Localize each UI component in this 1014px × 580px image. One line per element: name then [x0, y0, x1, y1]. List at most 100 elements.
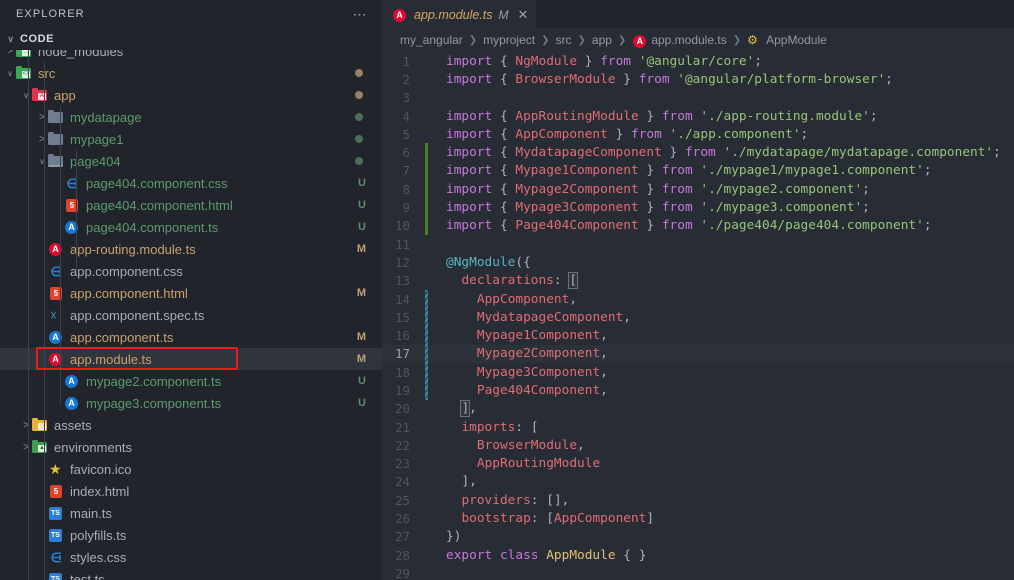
- git-gutter-modified-marker: [425, 289, 428, 309]
- code-line[interactable]: 7 import { Mypage1Component } from './myp…: [382, 161, 1014, 181]
- code-text: ],: [461, 474, 477, 490]
- code-line[interactable]: 6 import { MydatapageComponent } from './…: [382, 143, 1014, 162]
- tree-folder-mydatapage[interactable]: mydatapage: [0, 106, 382, 128]
- tree-file-index-html[interactable]: 5 index.html: [0, 480, 382, 502]
- code-line[interactable]: 26 bootstrap: [AppComponent]: [382, 509, 1014, 527]
- line-number: 12: [395, 254, 410, 270]
- code-line[interactable]: 24 ],: [382, 473, 1014, 491]
- code-line[interactable]: 12 @NgModule({: [382, 253, 1014, 271]
- code-line[interactable]: 19 Page404Component,: [382, 381, 1014, 400]
- git-gutter-added-marker: [425, 180, 428, 199]
- angular-red-icon: [48, 351, 64, 367]
- tree-item-label: favicon.ico: [70, 461, 132, 477]
- tree-file-favicon-ico[interactable]: ★ favicon.ico: [0, 458, 382, 480]
- code-line[interactable]: 8 import { Mypage2Component } from './myp…: [382, 180, 1014, 199]
- code-line[interactable]: 4 import { AppRoutingModule } from './app…: [382, 107, 1014, 125]
- close-icon[interactable]: ✕: [518, 8, 529, 21]
- tree-folder-src[interactable]: <> src: [0, 62, 382, 84]
- line-number: 29: [395, 565, 410, 580]
- chevron-down-icon[interactable]: [4, 69, 16, 78]
- code-line[interactable]: 25 providers: [],: [382, 491, 1014, 509]
- code-line[interactable]: 20 ],: [382, 400, 1014, 418]
- chevron-down-icon[interactable]: [20, 91, 32, 100]
- breadcrumb-item-appmodule[interactable]: ⚙ AppModule: [747, 33, 827, 47]
- code-line[interactable]: 29: [382, 564, 1014, 580]
- tree-file-app-routing-module-ts[interactable]: app-routing.module.ts M: [0, 238, 382, 260]
- tree-file-page404-component-ts[interactable]: page404.component.ts U: [0, 216, 382, 238]
- line-number: 21: [395, 419, 410, 435]
- code-text: }): [446, 529, 462, 545]
- chevron-right-icon[interactable]: [36, 134, 48, 145]
- tree-file-mypage2-component-ts[interactable]: mypage2.component.ts U: [0, 370, 382, 392]
- tree-file-page404-component-html[interactable]: 5 page404.component.html U: [0, 194, 382, 216]
- line-number: 7: [402, 163, 410, 179]
- code-line[interactable]: 13 declarations: [: [382, 272, 1014, 290]
- ellipsis-icon[interactable]: ⋯: [353, 7, 369, 21]
- tree-file-app-module-ts[interactable]: app.module.ts M: [0, 348, 382, 370]
- tree-file-app-component-html[interactable]: 5 app.component.html M: [0, 282, 382, 304]
- code-text: import { Mypage2Component } from './mypa…: [446, 181, 870, 197]
- tree-file-mypage3-component-ts[interactable]: mypage3.component.ts U: [0, 392, 382, 414]
- tree-item-label: app.component.spec.ts: [70, 307, 205, 323]
- code-line[interactable]: 16 Mypage1Component,: [382, 326, 1014, 345]
- code-line[interactable]: 14 AppComponent,: [382, 289, 1014, 309]
- tree-file-page404-component-css[interactable]: ⋳ page404.component.css U: [0, 172, 382, 194]
- tree-file-app-component-css[interactable]: ⋳ app.component.css: [0, 260, 382, 282]
- line-number: 15: [395, 309, 410, 325]
- git-gutter-modified-marker: [425, 344, 428, 364]
- code-line[interactable]: 22 BrowserModule,: [382, 436, 1014, 454]
- git-status-badge: M: [356, 287, 366, 299]
- tree-folder-app[interactable]: Aapp: [0, 84, 382, 106]
- code-line[interactable]: 1 import { NgModule } from '@angular/core…: [382, 52, 1014, 70]
- line-number: 11: [395, 236, 410, 252]
- chevron-right-icon[interactable]: [20, 442, 32, 453]
- breadcrumb-item-app[interactable]: app: [592, 33, 612, 47]
- code-line[interactable]: 11: [382, 235, 1014, 253]
- tree-folder-assets[interactable]: ◇ assets: [0, 414, 382, 436]
- breadcrumb-item-myproject[interactable]: myproject: [483, 33, 535, 47]
- code-line[interactable]: 3: [382, 89, 1014, 107]
- chevron-right-icon[interactable]: [20, 420, 32, 431]
- tree-item-label: page404.component.css: [86, 175, 228, 191]
- breadcrumb-item-src[interactable]: src: [556, 33, 572, 47]
- tree-file-test-ts[interactable]: TS test.ts: [0, 568, 382, 580]
- tree-file-app-component-ts[interactable]: app.component.ts M: [0, 326, 382, 348]
- css-file-icon: ⋳: [50, 264, 62, 279]
- workspace-root-header[interactable]: ∨ CODE: [0, 28, 382, 50]
- git-gutter-added-marker: [425, 198, 428, 217]
- line-number: 19: [395, 382, 410, 398]
- file-tree[interactable]: …node_modules<>srcAappmydatapagemypage1p…: [0, 40, 382, 580]
- html-file-icon: 5: [48, 483, 64, 499]
- code-line[interactable]: 15 MydatapageComponent,: [382, 308, 1014, 327]
- code-line[interactable]: 17 Mypage2Component,: [382, 344, 1014, 364]
- code-line[interactable]: 10 import { Page404Component } from './pa…: [382, 216, 1014, 235]
- tree-folder-page404[interactable]: page404: [0, 150, 382, 172]
- chevron-right-icon[interactable]: [36, 112, 48, 123]
- tree-folder-environments[interactable]: ▲ environments: [0, 436, 382, 458]
- code-line[interactable]: 23 AppRoutingModule: [382, 455, 1014, 473]
- tree-file-polyfills-ts[interactable]: TS polyfills.ts: [0, 524, 382, 546]
- git-status-badge: U: [358, 397, 366, 409]
- code-line[interactable]: 18 Mypage3Component,: [382, 363, 1014, 382]
- tree-file-styles-css[interactable]: ⋳ styles.css: [0, 546, 382, 568]
- git-status-dot: [355, 69, 363, 77]
- angular-blue-icon: [64, 219, 80, 235]
- line-number: 3: [402, 90, 410, 106]
- tree-file-main-ts[interactable]: TS main.ts: [0, 502, 382, 524]
- code-line[interactable]: 21 imports: [: [382, 418, 1014, 436]
- code-text: bootstrap: [AppComponent]: [461, 511, 655, 527]
- line-number: 23: [395, 456, 410, 472]
- code-editor[interactable]: 1 import { NgModule } from '@angular/core…: [382, 52, 1014, 580]
- breadcrumb-item-my-angular[interactable]: my_angular: [400, 33, 463, 47]
- tree-item-label: app.component.ts: [70, 329, 174, 345]
- code-line[interactable]: 5 import { AppComponent } from './app.com…: [382, 125, 1014, 143]
- code-line[interactable]: 2 import { BrowserModule } from '@angular…: [382, 70, 1014, 88]
- chevron-down-icon[interactable]: [36, 157, 48, 166]
- code-line[interactable]: 27}): [382, 528, 1014, 546]
- tab-app-module-ts[interactable]: app.module.ts M ✕: [382, 0, 537, 28]
- code-line[interactable]: 9 import { Mypage3Component } from './myp…: [382, 198, 1014, 217]
- tree-file-app-component-spec-ts[interactable]: ☓ app.component.spec.ts: [0, 304, 382, 326]
- code-line[interactable]: 28 export class AppModule { }: [382, 546, 1014, 564]
- tree-folder-mypage1[interactable]: mypage1: [0, 128, 382, 150]
- breadcrumb-item-app-module-ts[interactable]: app.module.ts: [632, 33, 727, 48]
